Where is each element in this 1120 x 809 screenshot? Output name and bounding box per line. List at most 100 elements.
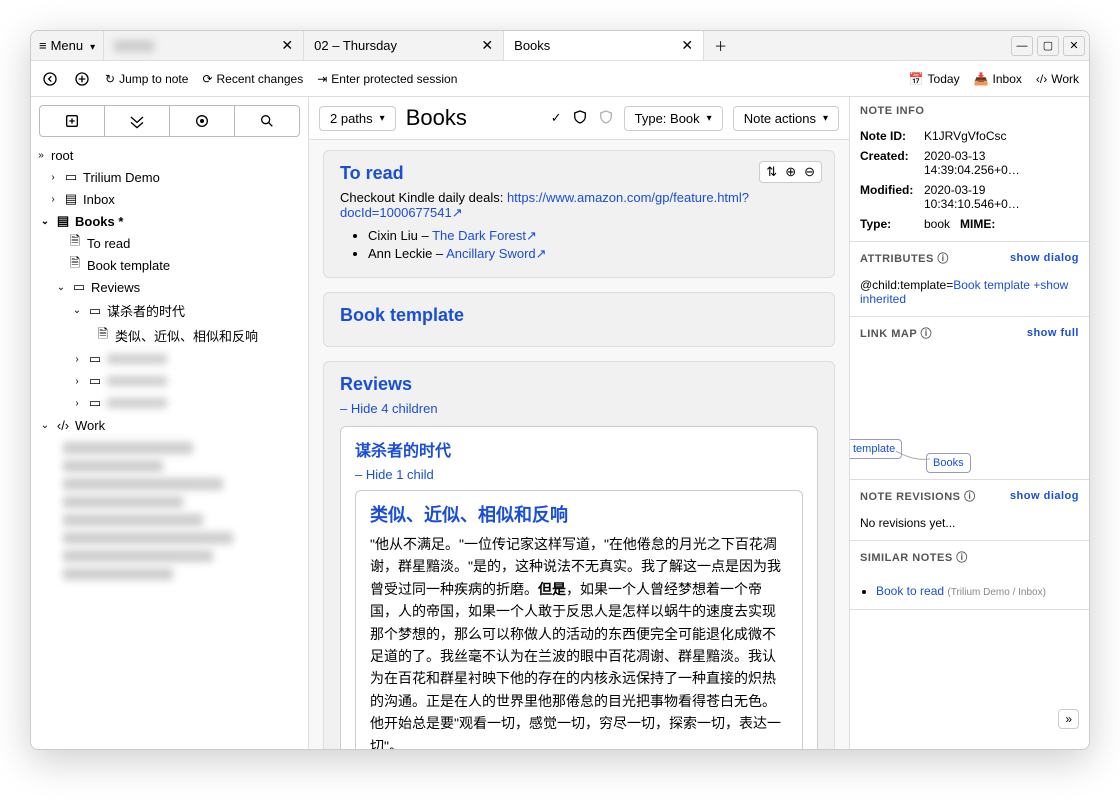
recent-button[interactable]: ⟳ Recent changes	[202, 72, 303, 86]
review-grandchild: 类似、近似、相似和反响 "他从不满足。"一位传记家这样写道，"在他倦怠的月光之下…	[355, 490, 803, 749]
grandchild-title[interactable]: 类似、近似、相似和反响	[370, 501, 788, 527]
panel-title: SIMILAR NOTES	[860, 552, 953, 564]
sidebar: »root ›▭Trilium Demo ›▤Inbox ⌄▤Books * 🗎…	[31, 97, 309, 749]
panel-similar: SIMILAR NOTES ⓘ Book to read (Trilium De…	[850, 541, 1089, 610]
maximize-button[interactable]: ▢	[1037, 36, 1059, 56]
tree-item	[63, 442, 193, 454]
tabs: ✕ 02 – Thursday ✕ Books ✕ ＋	[104, 31, 1003, 60]
new-note-button[interactable]	[40, 106, 105, 136]
child-title[interactable]: 谋杀者的时代	[355, 437, 803, 461]
inbox-button[interactable]: 📥 Inbox	[974, 72, 1022, 86]
zoom-in-icon[interactable]: ⊕	[785, 164, 796, 180]
similar-item: Book to read (Trilium Demo / Inbox)	[876, 583, 1079, 599]
type-dropdown[interactable]: Type: Book	[624, 106, 723, 131]
list-item: Ann Leckie – Ancillary Sword↗	[368, 245, 818, 263]
forward-button[interactable]	[73, 70, 91, 88]
close-icon[interactable]: ✕	[281, 37, 293, 54]
scroll-active-button[interactable]	[170, 106, 235, 136]
shield-outline-icon[interactable]	[598, 109, 614, 128]
section-to-read: ⇅ ⊕ ⊖ To read Checkout Kindle daily deal…	[323, 150, 835, 278]
jump-button[interactable]: ↻ Jump to note	[105, 72, 188, 86]
page-title[interactable]: Books	[406, 105, 541, 131]
tree-item[interactable]: 🗎类似、近似、相似和反响	[35, 323, 304, 348]
content-header: 2 paths Books ✓ Type: Book Note actions	[309, 97, 849, 140]
similar-link[interactable]: Book to read	[876, 584, 944, 598]
work-button[interactable]: ‹/› Work	[1036, 72, 1079, 86]
tree-item-work[interactable]: ⌄‹/›Work	[35, 414, 304, 436]
tree-item-books[interactable]: ⌄▤Books *	[35, 210, 304, 232]
panel-title: NOTE REVISIONS	[860, 491, 961, 503]
section-book-template: Book template	[323, 292, 835, 347]
section-title[interactable]: To read	[340, 163, 818, 184]
check-icon: ✓	[551, 110, 562, 126]
tab-books[interactable]: Books ✕	[504, 31, 704, 60]
search-button[interactable]	[235, 106, 299, 136]
today-button[interactable]: 📅 Today	[909, 72, 960, 86]
tree-item	[63, 550, 213, 562]
revisions-empty: No revisions yet...	[850, 512, 1089, 540]
tab-0[interactable]: ✕	[104, 31, 304, 60]
tree-item[interactable]: ›▭	[35, 348, 304, 370]
tree-item[interactable]: ›▤Inbox	[35, 188, 304, 210]
close-icon[interactable]: ✕	[681, 37, 693, 54]
tree-root[interactable]: »root	[35, 145, 304, 166]
hide-children-link[interactable]: – Hide 4 children	[340, 401, 818, 416]
back-button[interactable]	[41, 70, 59, 88]
review-child: 谋杀者的时代 – Hide 1 child 类似、近似、相似和反响 "他从不满足…	[340, 426, 818, 749]
panel-title: NOTE INFO	[860, 105, 924, 117]
panel-link-map: LINK MAP ⓘshow full template Books	[850, 317, 1089, 480]
right-sidebar: NOTE INFO Note ID:K1JRVgVfoCsc Created:2…	[849, 97, 1089, 749]
show-dialog-link[interactable]: show dialog	[1010, 490, 1079, 502]
note-actions-dropdown[interactable]: Note actions	[733, 106, 839, 131]
tab-thursday[interactable]: 02 – Thursday ✕	[304, 31, 504, 60]
tree-item	[63, 478, 223, 490]
menu-button[interactable]: ≡ Menu	[31, 31, 104, 60]
book-link[interactable]: Ancillary Sword	[446, 246, 536, 261]
collapse-button[interactable]	[105, 106, 170, 136]
list-item: Cixin Liu – The Dark Forest↗	[368, 227, 818, 245]
tree-item[interactable]: ⌄▭Reviews	[35, 276, 304, 298]
add-tab-button[interactable]: ＋	[704, 31, 737, 60]
protected-button[interactable]: ⇥ Enter protected session	[317, 72, 457, 86]
tree-item[interactable]: ›▭Trilium Demo	[35, 166, 304, 188]
panel-title: LINK MAP	[860, 328, 917, 340]
tree-item[interactable]: ›▭	[35, 370, 304, 392]
paragraph: "他从不满足。"一位传记家这样写道，"在他倦怠的月光之下百花凋谢，群星黯淡。"是…	[370, 533, 788, 749]
shield-icon[interactable]	[572, 109, 588, 128]
paths-dropdown[interactable]: 2 paths	[319, 106, 396, 131]
section-body: Checkout Kindle daily deals: https://www…	[340, 190, 818, 221]
tree-item[interactable]: ⌄▭谋杀者的时代	[35, 298, 304, 323]
attr-link[interactable]: Book template	[953, 278, 1030, 292]
hide-child-link[interactable]: – Hide 1 child	[355, 467, 803, 482]
tree-item[interactable]: ›▭	[35, 392, 304, 414]
linkmap-node[interactable]: Books	[926, 453, 971, 473]
show-full-link[interactable]: show full	[1027, 327, 1079, 339]
panel-revisions: NOTE REVISIONS ⓘshow dialog No revisions…	[850, 480, 1089, 541]
expand-icon[interactable]: ⇅	[766, 164, 777, 180]
tree-item	[63, 532, 233, 544]
link-map-canvas[interactable]: template Books	[850, 349, 1089, 479]
toolbar: ↻ Jump to note ⟳ Recent changes ⇥ Enter …	[31, 61, 1089, 97]
titlebar: ≡ Menu ✕ 02 – Thursday ✕ Books ✕ ＋ — ▢ ✕	[31, 31, 1089, 61]
note-tree: »root ›▭Trilium Demo ›▤Inbox ⌄▤Books * 🗎…	[31, 145, 308, 590]
zoom-out-icon[interactable]: ⊖	[804, 164, 815, 180]
tree-item[interactable]: 🗎Book template	[35, 254, 304, 276]
minimize-button[interactable]: —	[1011, 36, 1033, 56]
tree-item[interactable]: 🗎To read	[35, 232, 304, 254]
section-reviews: Reviews – Hide 4 children 谋杀者的时代 – Hide …	[323, 361, 835, 749]
section-title[interactable]: Book template	[340, 305, 818, 326]
linkmap-node[interactable]: template	[849, 439, 902, 459]
expand-right-button[interactable]: »	[1058, 709, 1079, 729]
tree-toolbar	[39, 105, 300, 137]
panel-title: ATTRIBUTES	[860, 253, 934, 265]
book-link[interactable]: The Dark Forest	[432, 228, 526, 243]
close-window-button[interactable]: ✕	[1063, 36, 1085, 56]
section-title[interactable]: Reviews	[340, 374, 818, 395]
tree-item	[63, 496, 183, 508]
tree-item	[63, 460, 163, 472]
close-icon[interactable]: ✕	[481, 37, 493, 54]
tree-item	[63, 514, 203, 526]
panel-attributes: ATTRIBUTES ⓘshow dialog @child:template=…	[850, 242, 1089, 317]
panel-note-info: NOTE INFO Note ID:K1JRVgVfoCsc Created:2…	[850, 97, 1089, 242]
show-dialog-link[interactable]: show dialog	[1010, 252, 1079, 264]
